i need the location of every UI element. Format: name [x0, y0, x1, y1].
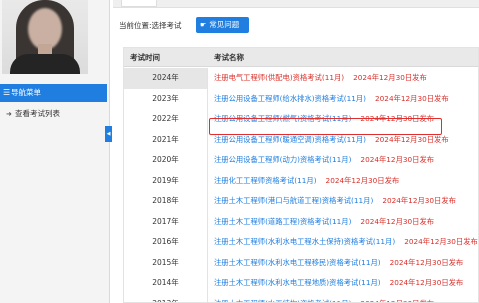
highlight-box: [209, 118, 442, 135]
year-item[interactable]: 2014年: [124, 273, 207, 294]
sidebar-item-exam-list[interactable]: ➜ 查看考试列表: [0, 106, 107, 122]
exam-list: 注册电气工程师(供配电)资格考试(11月) 2024年12月30日发布 注册公用设备…: [214, 68, 478, 303]
exam-title-link[interactable]: 注册化工工程师资格考试(11月): [214, 176, 317, 185]
exam-publish-date: 2024年12月30日发布: [375, 93, 449, 103]
exam-list-item[interactable]: 注册电气工程师(供配电)资格考试(11月) 2024年12月30日发布: [214, 68, 478, 89]
year-item[interactable]: 2024年: [124, 68, 207, 89]
exam-list-item[interactable]: 注册土木工程师(水利水电工程水土保持)资格考试(11月) 2024年12月30日发…: [214, 232, 478, 253]
exam-title-link[interactable]: 注册公用设备工程师(暖通空调)资格考试(11月): [214, 135, 366, 144]
top-tab[interactable]: [121, 0, 157, 7]
exam-publish-date: 2024年12月30日发布: [360, 216, 435, 226]
exam-publish-date: 2024年12月30日发布: [325, 175, 400, 185]
exam-list-item[interactable]: 注册化工工程师资格考试(11月) 2024年12月30日发布: [214, 171, 478, 192]
user-avatar-photo: [2, 0, 88, 74]
exam-list-item[interactable]: 注册土木工程师(道路工程)资格考试(11月) 2024年12月30日发布: [214, 212, 478, 233]
exam-publish-date: 2024年12月30日发布: [353, 73, 427, 82]
nav-menu-header: ☰导航菜单: [0, 84, 107, 102]
caret-left-icon: ◀: [106, 131, 111, 137]
exam-title-link[interactable]: 注册土木工程师(道路工程)资格考试(11月): [214, 217, 351, 226]
exam-title-link[interactable]: 注册公用设备工程师(给水排水)资格考试(11月): [214, 94, 366, 103]
exam-title-link[interactable]: 注册土木工程师(水利水电工程地质)资格考试(11月): [214, 278, 381, 287]
sidebar-item-label: 查看考试列表: [15, 109, 60, 118]
year-item[interactable]: 2023年: [124, 89, 207, 110]
table-header: 考试时间 考试名称: [124, 48, 478, 67]
exam-publish-date: 2024年12月30日发布: [360, 155, 435, 164]
faq-button-label: 常见问题: [209, 20, 240, 29]
exam-table: 考试时间 考试名称 2024年 2023年 2022年 2021年 2020年 2019年…: [123, 47, 479, 303]
faq-button[interactable]: ☛ 常见问题: [196, 17, 249, 33]
year-item[interactable]: 2021年: [124, 130, 207, 151]
list-icon: ☰: [3, 88, 11, 97]
year-item[interactable]: 2017年: [124, 212, 207, 233]
year-item[interactable]: 2018年: [124, 191, 207, 212]
exam-title-link[interactable]: 注册土木工程师(水利水电工程移民)资格考试(11月): [214, 258, 381, 267]
exam-title-link[interactable]: 注册电气工程师(供配电)资格考试(11月): [214, 73, 344, 82]
exam-publish-date: 2024年12月30日发布: [389, 257, 464, 267]
exam-list-item[interactable]: 注册公用设备工程师(动力)资格考试(11月) 2024年12月30日发布: [214, 150, 478, 171]
exam-list-item[interactable]: 注册土木工程师(港口与航道工程)资格考试(11月) 2024年12月30日发布: [214, 191, 478, 212]
exam-list-item[interactable]: 注册土木工程师(水利水电工程地质)资格考试(11月) 2024年12月30日发布: [214, 273, 478, 294]
breadcrumb: 当前位置:选择考试: [119, 21, 182, 30]
exam-list-item[interactable]: 注册公用设备工程师(给水排水)资格考试(11月) 2024年12月30日发布: [214, 89, 478, 110]
sign-in-icon: ➜: [6, 110, 12, 118]
exam-publish-date: 2024年12月30日发布: [382, 196, 456, 205]
nav-menu-header-label: 导航菜单: [11, 88, 41, 97]
exam-title-link[interactable]: 注册公用设备工程师(动力)资格考试(11月): [214, 155, 351, 164]
year-item[interactable]: 2022年: [124, 109, 207, 130]
year-item[interactable]: 2019年: [124, 171, 207, 192]
exam-publish-date: 2024年12月30日发布: [375, 134, 449, 144]
left-sidebar: ☰导航菜单 ➜ 查看考试列表: [0, 0, 110, 303]
exam-publish-date: 2024年12月30日发布: [404, 237, 478, 246]
top-tab-strip: [113, 0, 479, 8]
year-item[interactable]: 2020年: [124, 150, 207, 171]
year-item[interactable]: 2016年: [124, 232, 207, 253]
year-item[interactable]: 2013年: [124, 294, 207, 303]
exam-publish-date: 2024年12月30日发布: [360, 298, 435, 303]
year-list: 2024年 2023年 2022年 2021年 2020年 2019年 2018年 2017年…: [124, 68, 207, 303]
sidebar-collapse-toggle[interactable]: ◀: [105, 126, 112, 142]
exam-title-link[interactable]: 注册土木工程师(水工结构)资格考试(11月): [214, 299, 351, 303]
column-divider: [207, 68, 208, 302]
column-header-exam-name: 考试名称: [214, 53, 244, 62]
year-item[interactable]: 2015年: [124, 253, 207, 274]
exam-list-item[interactable]: 注册土木工程师(水利水电工程移民)资格考试(11月) 2024年12月30日发布: [214, 253, 478, 274]
exam-publish-date: 2024年12月30日发布: [389, 278, 464, 287]
hand-pointer-icon: ☛: [200, 21, 207, 29]
column-header-exam-time: 考试时间: [130, 53, 160, 62]
exam-title-link[interactable]: 注册土木工程师(水利水电工程水土保持)资格考试(11月): [214, 237, 395, 246]
exam-list-item[interactable]: 注册土木工程师(水工结构)资格考试(11月) 2024年12月30日发布: [214, 294, 478, 303]
exam-title-link[interactable]: 注册土木工程师(港口与航道工程)资格考试(11月): [214, 196, 373, 205]
